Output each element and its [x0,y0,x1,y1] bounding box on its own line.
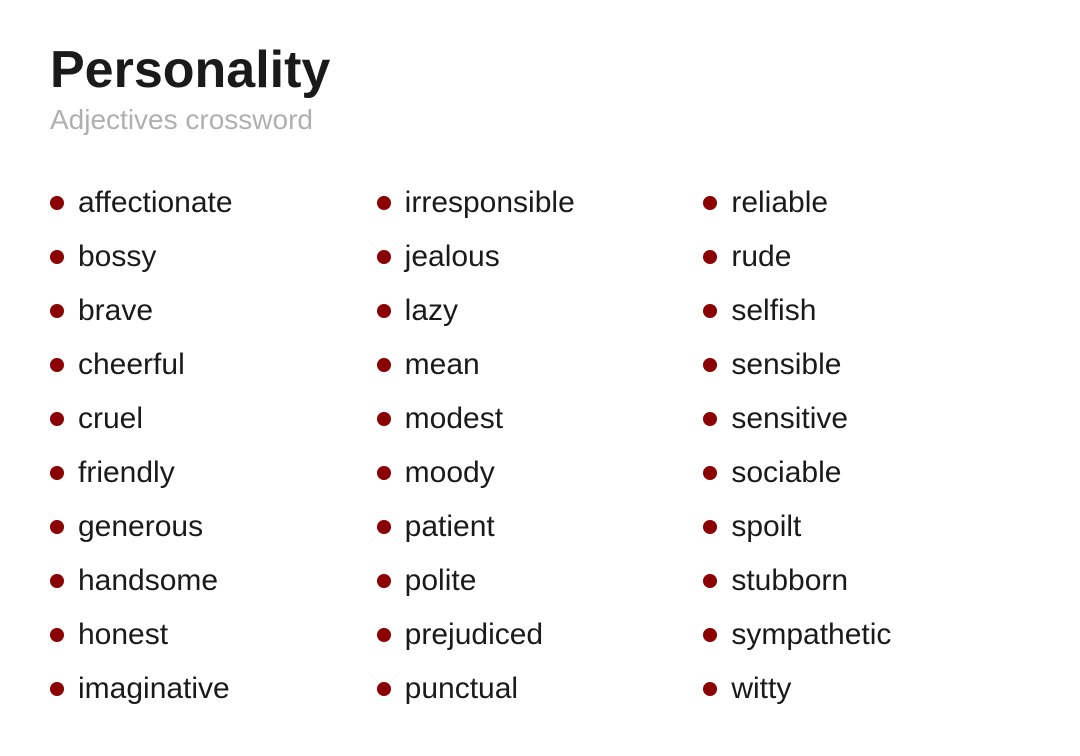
word-label: spoilt [731,510,801,544]
word-label: prejudiced [405,618,543,652]
bullet-icon [50,250,64,264]
list-item: brave [50,284,377,338]
list-item: honest [50,608,377,662]
word-label: polite [405,564,477,598]
list-item: affectionate [50,176,377,230]
word-label: moody [405,456,495,490]
word-label: friendly [78,456,175,490]
word-label: witty [731,672,791,706]
word-label: sympathetic [731,618,891,652]
list-item: jealous [377,230,704,284]
bullet-icon [703,520,717,534]
list-item: polite [377,554,704,608]
bullet-icon [50,520,64,534]
bullet-icon [50,466,64,480]
bullet-icon [377,574,391,588]
list-item: sensible [703,338,1030,392]
word-label: sociable [731,456,841,490]
list-item: imaginative [50,662,377,716]
word-label: handsome [78,564,218,598]
bullet-icon [50,196,64,210]
bullet-icon [377,628,391,642]
list-item: patient [377,500,704,554]
list-item: friendly [50,446,377,500]
bullet-icon [703,250,717,264]
list-item: cruel [50,392,377,446]
word-label: brave [78,294,153,328]
list-item: irresponsible [377,176,704,230]
word-label: lazy [405,294,458,328]
word-label: cheerful [78,348,185,382]
word-label: cruel [78,402,143,436]
bullet-icon [50,682,64,696]
bullet-icon [703,466,717,480]
list-item: punctual [377,662,704,716]
bullet-icon [703,628,717,642]
list-item: generous [50,500,377,554]
bullet-icon [50,304,64,318]
page-subtitle: Adjectives crossword [50,104,1030,136]
list-item: lazy [377,284,704,338]
bullet-icon [377,358,391,372]
word-label: patient [405,510,495,544]
list-item: spoilt [703,500,1030,554]
list-item: sympathetic [703,608,1030,662]
bullet-icon [50,628,64,642]
word-label: rude [731,240,791,274]
bullet-icon [377,196,391,210]
list-item: selfish [703,284,1030,338]
word-column-1: affectionate bossy brave cheerful cruel frien… [50,176,377,716]
word-label: selfish [731,294,816,328]
list-item: witty [703,662,1030,716]
word-label: generous [78,510,203,544]
word-label: bossy [78,240,156,274]
page-title: Personality [50,40,1030,100]
word-label: reliable [731,186,828,220]
list-item: reliable [703,176,1030,230]
bullet-icon [703,574,717,588]
list-item: mean [377,338,704,392]
word-label: punctual [405,672,518,706]
word-column-3: reliable rude selfish sensible sensitive soci… [703,176,1030,716]
word-label: stubborn [731,564,848,598]
list-item: rude [703,230,1030,284]
list-item: moody [377,446,704,500]
word-label: imaginative [78,672,230,706]
word-label: jealous [405,240,500,274]
word-label: sensitive [731,402,848,436]
word-label: mean [405,348,480,382]
bullet-icon [377,682,391,696]
bullet-icon [50,574,64,588]
list-item: prejudiced [377,608,704,662]
list-item: sensitive [703,392,1030,446]
word-label: affectionate [78,186,233,220]
list-item: cheerful [50,338,377,392]
word-label: sensible [731,348,841,382]
bullet-icon [703,196,717,210]
bullet-icon [377,466,391,480]
bullet-icon [50,358,64,372]
word-label: modest [405,402,503,436]
bullet-icon [377,250,391,264]
bullet-icon [377,412,391,426]
bullet-icon [703,412,717,426]
bullet-icon [703,304,717,318]
word-label: irresponsible [405,186,575,220]
bullet-icon [50,412,64,426]
word-column-2: irresponsible jealous lazy mean modest moody p… [377,176,704,716]
word-label: honest [78,618,168,652]
bullet-icon [703,358,717,372]
list-item: modest [377,392,704,446]
bullet-icon [377,520,391,534]
list-item: handsome [50,554,377,608]
bullet-icon [377,304,391,318]
list-item: stubborn [703,554,1030,608]
list-item: sociable [703,446,1030,500]
word-list-container: affectionate bossy brave cheerful cruel frien… [50,176,1030,716]
list-item: bossy [50,230,377,284]
bullet-icon [703,682,717,696]
